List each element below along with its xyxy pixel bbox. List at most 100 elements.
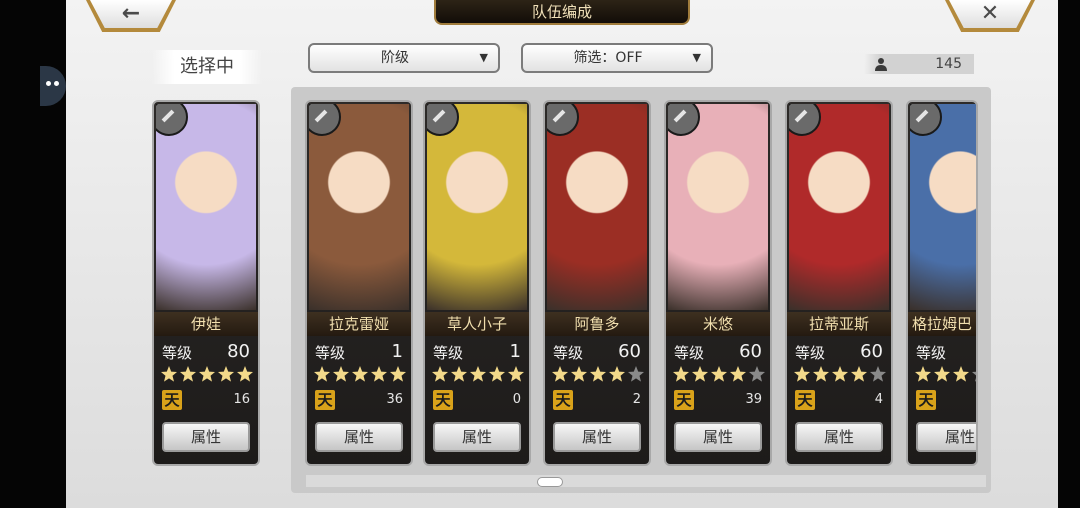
- awaken-icon: 天: [553, 390, 573, 410]
- awaken-count: 16: [233, 392, 250, 407]
- team-formation-screen: ← 队伍编成 ✕ 选择中 阶级 ▼ 筛选：OFF ▼ 145 伊娃 等级 80 天 16…: [66, 0, 1058, 508]
- character-name: 拉克雷娅: [307, 312, 411, 336]
- awaken-icon: 天: [795, 390, 815, 410]
- awaken-row: 天 36: [315, 390, 403, 412]
- character-card[interactable]: 伊娃等级 80 天 16 属性: [152, 100, 260, 466]
- star-icon: [673, 366, 689, 382]
- awaken-row: 天2: [553, 390, 641, 412]
- class-icon: [309, 104, 341, 136]
- level-label: 等级: [162, 344, 193, 362]
- level-value: 1: [509, 341, 521, 362]
- level-value: 80: [227, 341, 250, 362]
- close-icon: ✕: [980, 1, 1000, 26]
- attribute-button[interactable]: 属性: [795, 422, 883, 452]
- character-portrait: [668, 104, 768, 310]
- star-icon: [870, 366, 886, 382]
- filter-dropdown[interactable]: 筛选：OFF ▼: [521, 43, 713, 73]
- level-row: 等级 60: [553, 341, 641, 364]
- star-icon: [832, 366, 848, 382]
- star-icon: [972, 371, 976, 382]
- character-name: 草人小子: [425, 312, 529, 336]
- character-card[interactable]: 米悠等级 60 天 39 属性: [664, 100, 772, 466]
- unit-count-badge: 145: [864, 54, 974, 74]
- attribute-button[interactable]: 属性: [916, 422, 976, 452]
- class-icon: [668, 104, 700, 136]
- level-value: 60: [739, 341, 762, 362]
- rarity-stars: [551, 365, 647, 385]
- star-icon: [218, 366, 234, 382]
- unit-count: 145: [935, 56, 962, 72]
- user-icon: [875, 58, 887, 71]
- close-button[interactable]: ✕: [945, 0, 1035, 32]
- character-name: 格拉姆巴: [908, 312, 976, 336]
- level-row: 等级 60: [674, 341, 762, 364]
- class-icon: [427, 104, 459, 136]
- awaken-icon: 天: [916, 390, 936, 410]
- character-card[interactable]: 拉克雷娅等级 1 天 36 属性: [305, 100, 413, 466]
- character-name: 米悠: [666, 312, 770, 336]
- chevron-down-icon: ▼: [692, 51, 701, 64]
- level-row: 等级 1: [433, 341, 521, 364]
- star-icon: [390, 366, 406, 382]
- awaken-row: 天0: [433, 390, 521, 412]
- character-portrait: [427, 104, 527, 310]
- awaken-icon: 天: [315, 390, 335, 410]
- rank-sort-dropdown[interactable]: 阶级 ▼: [308, 43, 500, 73]
- rarity-stars: [313, 365, 409, 385]
- attribute-button[interactable]: 属性: [674, 422, 762, 452]
- rarity-stars: [431, 365, 527, 385]
- roster-scrollbar[interactable]: [306, 475, 986, 487]
- star-icon: [180, 366, 196, 382]
- awaken-count: 39: [745, 392, 762, 407]
- character-card[interactable]: 草人小子 等级 1 天 0 属性: [423, 100, 531, 466]
- star-icon: [813, 366, 829, 382]
- level-value: 60: [618, 341, 641, 362]
- awaken-row: 天4: [795, 390, 883, 412]
- attribute-button[interactable]: 属性: [162, 422, 250, 452]
- back-button[interactable]: ←: [86, 0, 176, 32]
- level-row: 等级 80: [162, 341, 250, 364]
- star-icon: [552, 366, 568, 382]
- attribute-button[interactable]: 属性: [553, 422, 641, 452]
- awaken-icon: 天: [433, 390, 453, 410]
- character-card[interactable]: 拉蒂亚斯 等级 60 天 4 属性: [785, 100, 893, 466]
- level-row: 等级 60: [795, 341, 883, 364]
- character-card[interactable]: 格拉姆巴 等级天属性: [906, 100, 978, 466]
- rarity-stars: [793, 365, 889, 385]
- class-icon: [547, 104, 579, 136]
- character-card[interactable]: 阿鲁多 等级 60 天 2 属性: [543, 100, 651, 466]
- roster-scroll-thumb[interactable]: [537, 477, 563, 487]
- character-name: 伊娃: [154, 312, 258, 336]
- star-icon: [711, 366, 727, 382]
- star-icon: [851, 366, 867, 382]
- level-label: 等级: [315, 344, 346, 362]
- level-value: 1: [391, 341, 403, 362]
- class-icon: [910, 104, 942, 136]
- awaken-row: 天: [916, 390, 976, 412]
- star-icon: [749, 366, 765, 382]
- level-label: 等级: [795, 344, 826, 362]
- character-portrait: [309, 104, 409, 310]
- level-value: 60: [860, 341, 883, 362]
- attribute-button[interactable]: 属性: [433, 422, 521, 452]
- star-icon: [371, 366, 387, 382]
- level-label: 等级: [433, 344, 464, 362]
- filter-label: 筛选：OFF: [573, 50, 643, 66]
- awaken-count: 4: [874, 392, 883, 407]
- star-icon: [432, 366, 448, 382]
- attribute-button[interactable]: 属性: [315, 422, 403, 452]
- device-bezel-right: [1058, 0, 1080, 508]
- awaken-count: 0: [512, 392, 521, 407]
- star-icon: [451, 366, 467, 382]
- awaken-icon: 天: [162, 390, 182, 410]
- star-icon: [934, 366, 950, 382]
- star-icon: [161, 366, 177, 382]
- awaken-row: 天 39: [674, 390, 762, 412]
- rarity-stars: [672, 365, 768, 385]
- star-icon: [333, 366, 349, 382]
- star-icon: [953, 366, 969, 382]
- character-portrait: [910, 104, 976, 310]
- selected-label: 选择中: [152, 50, 262, 84]
- star-icon: [590, 366, 606, 382]
- star-icon: [692, 366, 708, 382]
